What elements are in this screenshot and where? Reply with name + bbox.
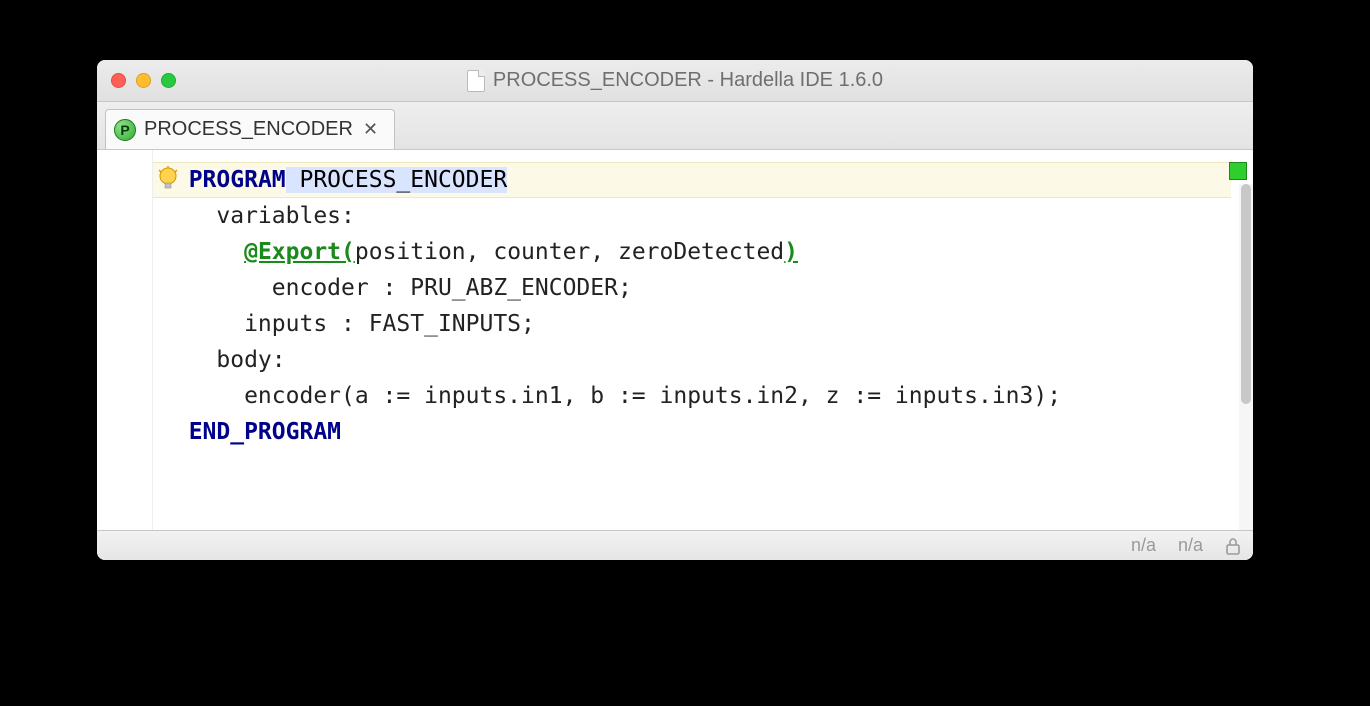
document-icon <box>467 70 485 92</box>
close-tab-icon[interactable]: ✕ <box>361 119 380 140</box>
editor-gutter <box>97 150 153 530</box>
code-lines: PROGRAM PROCESS_ENCODER variables: @Expo… <box>161 162 1253 450</box>
status-bar: n/a n/a <box>97 530 1253 560</box>
status-indicator-icon[interactable] <box>1229 162 1247 180</box>
code-line: @Export(position, counter, zeroDetected) <box>161 234 1253 270</box>
code-line: PROGRAM PROCESS_ENCODER <box>161 162 1253 198</box>
vertical-scrollbar[interactable] <box>1239 184 1253 530</box>
tab-label: PROCESS_ENCODER <box>144 118 353 141</box>
program-icon: P <box>114 119 136 141</box>
scrollbar-thumb[interactable] <box>1241 184 1251 404</box>
code-line: END_PROGRAM <box>161 414 1253 450</box>
title-bar: PROCESS_ENCODER - Hardella IDE 1.6.0 <box>97 60 1253 102</box>
code-line: variables: <box>161 198 1253 234</box>
code-line: inputs : FAST_INPUTS; <box>161 306 1253 342</box>
window-title: PROCESS_ENCODER - Hardella IDE 1.6.0 <box>109 69 1241 92</box>
window-controls <box>111 73 176 88</box>
minimize-window-button[interactable] <box>136 73 151 88</box>
status-field-2: n/a <box>1178 535 1203 556</box>
code-line: body: <box>161 342 1253 378</box>
zoom-window-button[interactable] <box>161 73 176 88</box>
code-editor[interactable]: PROGRAM PROCESS_ENCODER variables: @Expo… <box>153 150 1253 530</box>
code-line: encoder(a := inputs.in1, b := inputs.in2… <box>161 378 1253 414</box>
close-window-button[interactable] <box>111 73 126 88</box>
status-field-1: n/a <box>1131 535 1156 556</box>
editor-tab[interactable]: P PROCESS_ENCODER ✕ <box>105 109 395 149</box>
window-title-text: PROCESS_ENCODER - Hardella IDE 1.6.0 <box>493 69 883 92</box>
tab-bar: P PROCESS_ENCODER ✕ <box>97 102 1253 150</box>
lock-icon[interactable] <box>1225 537 1241 555</box>
editor-area: PROGRAM PROCESS_ENCODER variables: @Expo… <box>97 150 1253 530</box>
code-line: encoder : PRU_ABZ_ENCODER; <box>161 270 1253 306</box>
app-window: PROCESS_ENCODER - Hardella IDE 1.6.0 P P… <box>97 60 1253 560</box>
